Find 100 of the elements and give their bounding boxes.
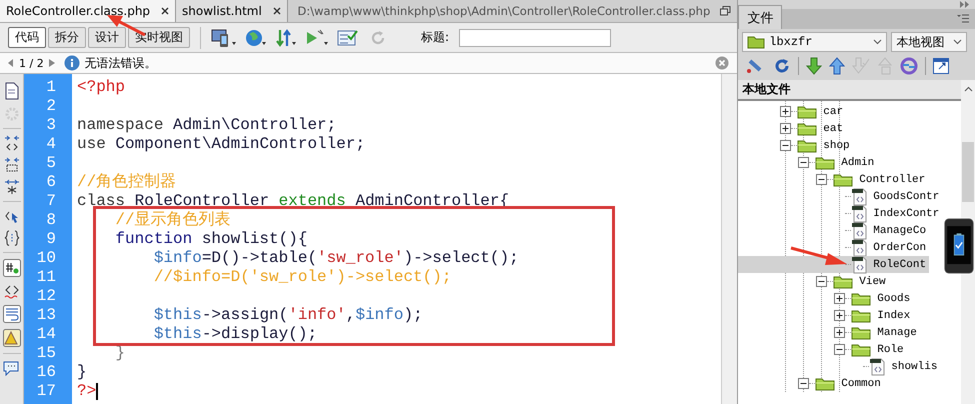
collapse-selection-icon[interactable] [4, 157, 20, 173]
folder-icon [797, 138, 818, 152]
line-numbers-icon[interactable] [2, 259, 20, 277]
close-icon[interactable] [272, 7, 281, 15]
view-button[interactable]: 拆分 [48, 27, 86, 48]
line-number: 16 [36, 363, 57, 382]
expander-icon[interactable] [780, 106, 792, 117]
braces-icon[interactable] [4, 230, 20, 246]
line-number: 2 [45, 97, 57, 116]
line-number: 10 [36, 249, 57, 268]
down-arrow-icon[interactable] [806, 57, 822, 75]
tree-item[interactable]: Manage [738, 324, 920, 341]
folder-icon [815, 156, 836, 170]
devices-icon[interactable] [211, 28, 237, 48]
document-icon[interactable] [4, 82, 20, 100]
next-icon[interactable] [48, 59, 55, 67]
tree-item[interactable]: car [738, 103, 846, 120]
expand-panel-icon[interactable] [933, 58, 950, 74]
expander-icon[interactable] [798, 157, 810, 168]
line-number: 13 [36, 306, 57, 325]
code-file-icon [869, 358, 886, 376]
comment-icon[interactable] [2, 360, 20, 376]
expander-icon[interactable] [834, 327, 846, 338]
expander-icon[interactable] [834, 310, 846, 321]
view-dropdown[interactable]: 本地视图 [891, 32, 968, 52]
word-wrap-icon[interactable] [2, 305, 20, 323]
line-number: 7 [45, 192, 57, 211]
expander-icon[interactable] [816, 174, 828, 185]
tree-item[interactable]: Admin [738, 154, 878, 171]
code-line: $info=D()->table('sw_role')->select(); [152, 249, 519, 268]
expander-icon[interactable] [780, 140, 792, 151]
transfer-icon[interactable] [275, 28, 297, 48]
warning-icon[interactable] [2, 329, 20, 347]
title-field[interactable] [459, 28, 612, 46]
code-line: use Component\AdminController; [77, 135, 366, 154]
line-number: 8 [45, 211, 57, 230]
highlight-invalid-icon[interactable] [4, 283, 20, 299]
panel-tab[interactable]: 文件 [738, 5, 782, 29]
tree-item[interactable]: showlis [738, 358, 940, 375]
code-file-icon [851, 204, 868, 222]
annotation-arrow [790, 246, 848, 266]
code-line: //角色控制器 [77, 173, 176, 192]
expand-all-icon[interactable] [4, 179, 20, 195]
scroll-up-icon[interactable] [964, 86, 972, 92]
line-number: 3 [45, 116, 57, 135]
tree-item[interactable]: IndexContr [738, 205, 942, 222]
line-number: 1 [45, 78, 57, 97]
code-line: <?php [77, 78, 126, 97]
tree-item[interactable]: Goods [738, 290, 914, 307]
folder-icon [797, 122, 818, 136]
folder-icon [833, 172, 854, 186]
up-arrow-icon[interactable] [829, 57, 846, 75]
collapse-tag-icon[interactable] [4, 135, 20, 151]
refresh-icon[interactable] [773, 57, 792, 75]
tree-item[interactable]: Role [738, 341, 907, 358]
folder-icon [851, 342, 872, 356]
tree-item[interactable]: Controller [738, 171, 928, 188]
check-in-icon[interactable] [852, 57, 870, 75]
restore-icon[interactable] [720, 6, 732, 16]
tree-item[interactable]: GoodsContr [738, 188, 942, 205]
text-cursor [96, 383, 98, 400]
file-path: D:\wamp\www\thinkphp\shop\Admin\Controller\RoleController.class.php [298, 4, 710, 18]
scroll-bar[interactable] [721, 74, 738, 404]
tree-item[interactable]: RoleCont [738, 256, 930, 273]
code-line: $this->display(); [152, 325, 318, 344]
tree-item[interactable]: Common [738, 375, 884, 392]
document-tab[interactable]: showlist.html [176, 0, 288, 22]
line-number: 9 [45, 230, 57, 249]
globe-icon[interactable] [245, 28, 267, 48]
expander-icon[interactable] [798, 378, 810, 389]
syntax-message: 无语法错误。 [84, 54, 157, 72]
expander-icon[interactable] [780, 123, 792, 134]
tree-item[interactable]: View [738, 273, 889, 290]
tree-item[interactable]: shop [738, 137, 853, 154]
menu-icon[interactable] [957, 14, 969, 23]
code-file-icon [851, 222, 868, 240]
code-line: $this->assign('info',$info); [152, 306, 423, 325]
tree-item[interactable]: Index [738, 307, 914, 324]
line-number: 14 [36, 325, 57, 344]
view-button[interactable]: 设计 [88, 27, 126, 48]
sync-icon[interactable] [900, 57, 918, 75]
preview-icon[interactable] [305, 28, 329, 48]
chevron-icon [873, 39, 882, 45]
code-line: //$info=D('sw_role')->select(); [152, 268, 452, 287]
document-tab[interactable]: RoleController.class.php [0, 0, 176, 22]
expander-icon[interactable] [834, 344, 846, 355]
expander-icon[interactable] [834, 293, 846, 304]
previous-icon[interactable] [8, 59, 14, 67]
site-dropdown[interactable]: lbxzfr [742, 32, 888, 52]
code-file-icon [851, 256, 868, 274]
tree-item[interactable]: OrderCon [738, 239, 930, 256]
tree-item[interactable]: ManageCo [738, 222, 930, 239]
view-button[interactable]: 代码 [8, 27, 46, 48]
scroll-thumb[interactable] [962, 142, 974, 202]
line-number: 12 [36, 287, 57, 306]
line-number: 5 [45, 154, 57, 173]
code-line: class RoleController extends AdminController{ [77, 192, 510, 210]
close-icon[interactable] [161, 7, 170, 15]
expander-icon[interactable] [816, 276, 828, 287]
tree-item[interactable]: eat [738, 120, 846, 137]
